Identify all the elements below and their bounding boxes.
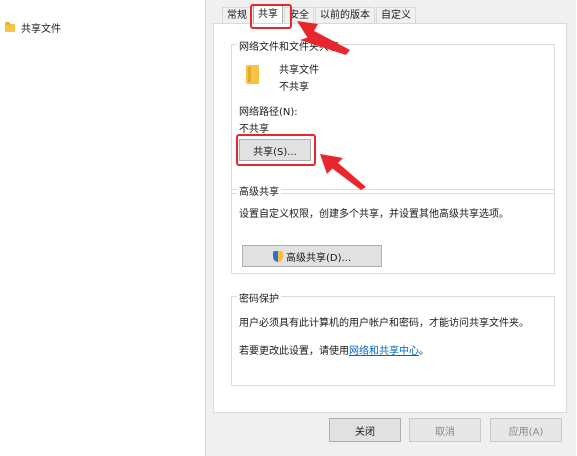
arrow-to-share-button [320,154,366,190]
arrow-to-sharing-tab [297,21,350,55]
annotation-arrows [297,21,366,190]
